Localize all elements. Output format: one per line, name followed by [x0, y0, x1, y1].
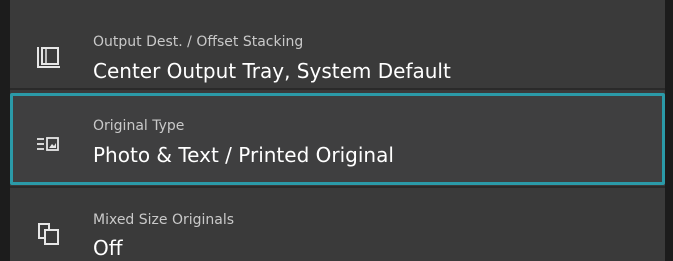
setting-label: Original Type	[93, 118, 185, 134]
row-divider	[10, 186, 665, 188]
setting-label: Mixed Size Originals	[93, 212, 235, 228]
setting-row-original-type[interactable]: Original Type Photo & Text / Printed Ori…	[10, 93, 665, 185]
output-tray-icon	[36, 44, 62, 70]
original-type-icon	[35, 133, 61, 159]
setting-value: Photo & Text / Printed Original	[93, 143, 394, 167]
setting-value: Center Output Tray, System Default	[93, 59, 451, 83]
mixed-size-originals-icon	[36, 221, 62, 247]
setting-value: Off	[93, 236, 123, 260]
setting-label: Output Dest. / Offset Stacking	[93, 34, 304, 50]
setting-row-mixed-size-originals[interactable]: Mixed Size Originals Off	[10, 190, 665, 261]
setting-row-output-destination[interactable]: Output Dest. / Offset Stacking Center Ou…	[10, 0, 665, 88]
row-divider	[10, 88, 665, 90]
